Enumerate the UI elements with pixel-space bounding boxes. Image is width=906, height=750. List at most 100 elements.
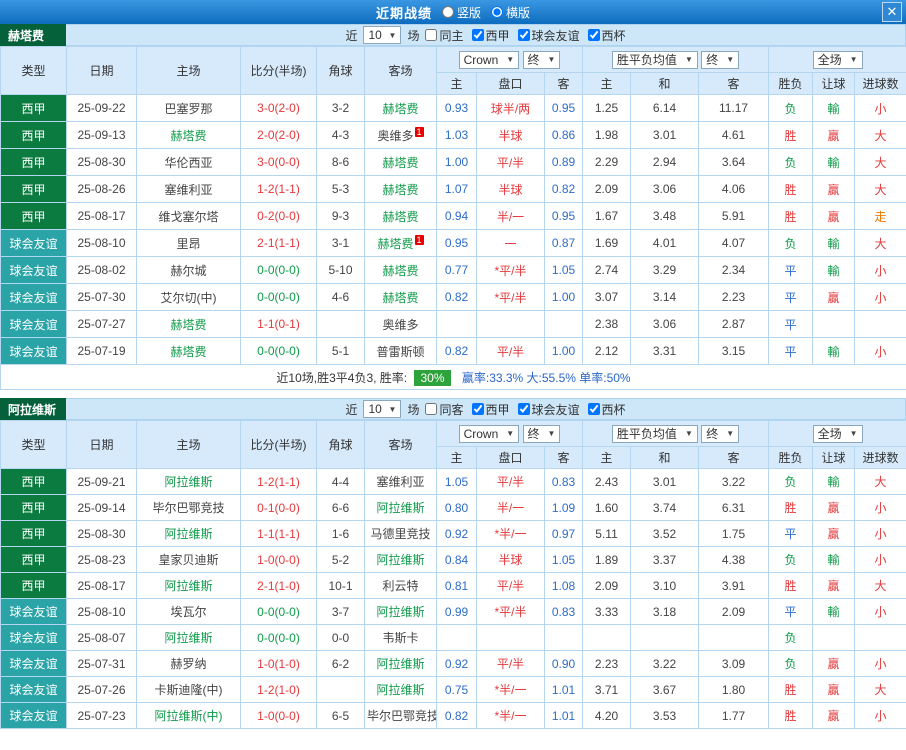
cell-away-odds: 0.95 xyxy=(543,202,584,230)
cell-home-odds: 0.92 xyxy=(436,650,477,677)
chevron-down-icon: ▼ xyxy=(684,429,693,438)
checkbox[interactable] xyxy=(425,403,438,415)
cell-home-team: 阿拉维斯 xyxy=(136,572,241,599)
cell-handicap-line xyxy=(476,310,545,338)
cell-handicap-result: 贏 xyxy=(812,494,856,521)
avg-type-select[interactable]: 胜平负均值 ▼ xyxy=(611,50,698,69)
avg-time-select[interactable]: 终 ▼ xyxy=(701,50,740,69)
filter-option-球会友谊[interactable]: 球会友谊 xyxy=(517,401,580,418)
cell-home-team: 阿拉维斯 xyxy=(136,468,241,495)
cell-league: 球会友谊 xyxy=(0,337,67,365)
cell-date: 25-07-19 xyxy=(66,337,137,365)
checkbox[interactable] xyxy=(425,29,438,41)
team-label: 塞维利亚 xyxy=(376,475,425,489)
chevron-down-icon: ▼ xyxy=(849,429,858,438)
col-header-type: 类型 xyxy=(0,420,67,469)
cell-date: 25-07-26 xyxy=(66,676,137,703)
cell-handicap-result: 輸 xyxy=(812,598,856,625)
horizontal-mode-option[interactable]: 横版 xyxy=(491,4,530,21)
cell-result: 胜 xyxy=(768,702,814,729)
cell-avg-home: 5.11 xyxy=(582,520,632,547)
match-count-select[interactable]: 10 ▼ xyxy=(363,26,402,44)
cell-away-team: 利云特 xyxy=(364,572,437,599)
cell-away-odds xyxy=(543,624,584,651)
cell-home-odds: 0.95 xyxy=(436,229,477,257)
filter-option-同主[interactable]: 同主 xyxy=(425,27,464,44)
cell-avg-away: 5.91 xyxy=(698,202,770,230)
filter-option-西甲[interactable]: 西甲 xyxy=(471,401,510,418)
cell-away-odds: 0.90 xyxy=(543,650,584,677)
team-label: 华伦西亚 xyxy=(164,155,213,170)
cell-handicap-line: 平/半 xyxy=(476,650,545,677)
filter-option-球会友谊[interactable]: 球会友谊 xyxy=(517,27,580,44)
cell-home-odds: 0.75 xyxy=(436,676,477,703)
filter-option-同客[interactable]: 同客 xyxy=(425,401,464,418)
cell-result: 胜 xyxy=(768,676,814,703)
checkbox[interactable] xyxy=(517,29,530,41)
cell-date: 25-08-10 xyxy=(66,229,137,257)
odds-time-select[interactable]: 终 ▼ xyxy=(522,424,561,443)
filter-option-西甲[interactable]: 西甲 xyxy=(471,27,510,44)
cell-away-odds: 0.86 xyxy=(543,121,584,149)
horizontal-label: 横版 xyxy=(506,5,531,20)
cell-home-team: 塞维利亚 xyxy=(136,175,241,203)
cell-home-odds: 0.80 xyxy=(436,494,477,521)
checkbox[interactable] xyxy=(587,29,600,41)
horizontal-radio[interactable] xyxy=(491,6,503,18)
scope-select[interactable]: 全场 ▼ xyxy=(812,50,863,69)
cell-league: 西甲 xyxy=(0,121,67,149)
checkbox[interactable] xyxy=(517,403,530,415)
match-row: 西甲 25-08-17 阿拉维斯 2-1(1-0) 10-1 利云特 0.81 平/半 1.08… xyxy=(0,572,906,599)
checkbox[interactable] xyxy=(587,403,600,415)
vertical-radio[interactable] xyxy=(441,6,454,18)
team-label: 毕尔巴鄂竞技 xyxy=(152,501,225,515)
cell-avg-draw: 3.48 xyxy=(630,202,700,230)
cell-score: 1-2(1-1) xyxy=(240,468,317,495)
scope-select[interactable]: 全场 ▼ xyxy=(812,424,863,443)
cell-result: 平 xyxy=(768,337,814,365)
chevron-down-icon: ▼ xyxy=(849,55,858,64)
cell-avg-home: 3.07 xyxy=(582,283,632,311)
cell-handicap-line: 半球 xyxy=(476,546,545,573)
filter-bar: 近 10 ▼ 场 同客 西甲 球会友谊 西杯 xyxy=(66,398,906,420)
cell-avg-draw: 3.52 xyxy=(630,520,700,547)
cell-date: 25-08-02 xyxy=(66,256,137,284)
cell-score: 2-0(2-0) xyxy=(240,121,317,149)
cell-home-odds xyxy=(436,310,477,338)
filter-bar: 近 10 ▼ 场 同主 西甲 球会友谊 西杯 xyxy=(66,24,906,46)
checkbox[interactable] xyxy=(471,29,484,41)
avg-type-select[interactable]: 胜平负均值 ▼ xyxy=(611,424,698,443)
cell-away-team: 阿拉维斯 xyxy=(364,494,437,521)
odds-source-select[interactable]: Crown ▼ xyxy=(458,50,520,69)
cell-corners: 4-3 xyxy=(316,121,365,149)
cell-score: 0-0(0-0) xyxy=(240,598,317,625)
cell-score: 2-1(1-1) xyxy=(240,229,317,257)
match-count-select[interactable]: 10 ▼ xyxy=(363,400,402,418)
vertical-mode-option[interactable]: 竖版 xyxy=(441,4,481,21)
close-icon[interactable]: ✕ xyxy=(882,2,902,22)
avg-time-select[interactable]: 终 ▼ xyxy=(701,424,740,443)
cell-avg-away: 2.34 xyxy=(698,256,770,284)
match-row: 球会友谊 25-08-02 赫尔城 0-0(0-0) 5-10 赫塔费 0.77 *平/半 1.… xyxy=(0,256,906,284)
odds-source-select[interactable]: Crown ▼ xyxy=(458,424,520,443)
checkbox[interactable] xyxy=(471,403,484,415)
cell-avg-home: 3.71 xyxy=(582,676,632,703)
cell-date: 25-07-27 xyxy=(66,310,137,338)
team-label: 阿拉维斯 xyxy=(376,657,425,671)
cell-score: 1-0(1-0) xyxy=(240,650,317,677)
col-header-avg-draw: 和 xyxy=(630,72,700,95)
odds-time-select[interactable]: 终 ▼ xyxy=(522,50,561,69)
cell-date: 25-08-10 xyxy=(66,598,137,625)
match-row: 西甲 25-09-14 毕尔巴鄂竞技 0-1(0-0) 6-6 阿拉维斯 0.80 半/一 1.… xyxy=(0,494,906,521)
filter-option-西杯[interactable]: 西杯 xyxy=(587,27,626,44)
filter-matches-label: 场 xyxy=(407,402,420,417)
cell-handicap-result: 贏 xyxy=(812,283,856,311)
cell-handicap-result: 贏 xyxy=(812,702,856,729)
match-row: 球会友谊 25-08-10 埃瓦尔 0-0(0-0) 3-7 阿拉维斯 0.99 *平/半 0.… xyxy=(0,598,906,625)
cell-avg-away: 1.75 xyxy=(698,520,770,547)
filter-option-西杯[interactable]: 西杯 xyxy=(587,401,626,418)
cell-avg-away: 2.87 xyxy=(698,310,770,338)
cell-league: 球会友谊 xyxy=(0,283,67,311)
cell-avg-draw: 3.10 xyxy=(630,572,700,599)
cell-home-team: 阿拉维斯 xyxy=(136,520,241,547)
